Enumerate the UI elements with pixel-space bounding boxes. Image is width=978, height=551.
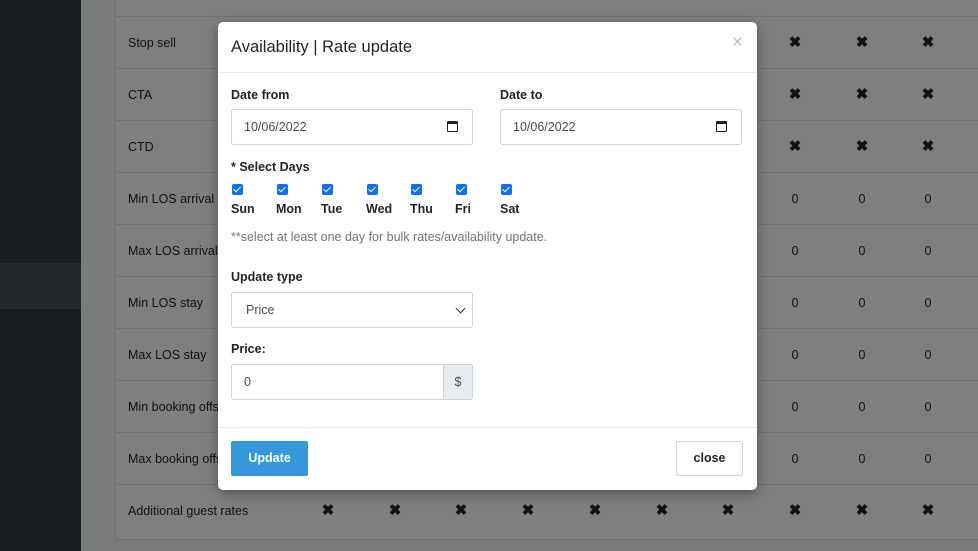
date-from-value: 10/06/2022 [244, 120, 307, 134]
date-to-value: 10/06/2022 [513, 120, 576, 134]
day-tue-checkbox[interactable] [322, 184, 333, 195]
day-mon: Mon [276, 184, 302, 216]
select-days-hint: **select at least one day for bulk rates… [231, 230, 548, 244]
select-days-label: * Select Days [231, 160, 310, 174]
price-input[interactable]: 0 [231, 364, 444, 400]
modal-footer: Update close [218, 427, 757, 490]
close-icon[interactable]: × [732, 32, 743, 54]
day-tue: Tue [321, 184, 342, 216]
date-to-label: Date to [500, 88, 543, 102]
day-sat-label: Sat [500, 202, 520, 216]
currency-addon: $ [443, 364, 473, 400]
day-sun-label: Sun [231, 202, 255, 216]
day-thu-label: Thu [410, 202, 433, 216]
day-fri-checkbox[interactable] [456, 184, 467, 195]
day-thu-checkbox[interactable] [411, 184, 422, 195]
update-button[interactable]: Update [231, 441, 308, 476]
calendar-icon[interactable] [716, 121, 727, 132]
date-from-input[interactable]: 10/06/2022 [231, 109, 473, 145]
day-thu: Thu [410, 184, 433, 216]
price-label: Price: [231, 342, 266, 356]
day-wed-checkbox[interactable] [367, 184, 378, 195]
day-sat-checkbox[interactable] [501, 184, 512, 195]
day-fri: Fri [455, 184, 471, 216]
day-fri-label: Fri [455, 202, 471, 216]
day-sun: Sun [231, 184, 255, 216]
modal-header: Availability | Rate update × [218, 22, 757, 73]
day-wed-label: Wed [366, 202, 393, 216]
update-type-label: Update type [231, 270, 303, 284]
rate-update-modal: Availability | Rate update × Date from 1… [218, 22, 757, 490]
date-to-input[interactable]: 10/06/2022 [500, 109, 742, 145]
close-button[interactable]: close [676, 441, 743, 476]
day-sun-checkbox[interactable] [232, 184, 243, 195]
date-from-label: Date from [231, 88, 290, 102]
day-mon-checkbox[interactable] [277, 184, 288, 195]
update-type-value: Price [246, 303, 275, 317]
update-type-select[interactable]: Price [231, 292, 473, 328]
day-sat: Sat [500, 184, 519, 216]
modal-title: Availability | Rate update [231, 38, 413, 56]
day-wed: Wed [366, 184, 392, 216]
day-tue-label: Tue [321, 202, 343, 216]
day-mon-label: Mon [276, 202, 302, 216]
calendar-icon[interactable] [447, 121, 458, 132]
chevron-down-icon [455, 303, 466, 314]
